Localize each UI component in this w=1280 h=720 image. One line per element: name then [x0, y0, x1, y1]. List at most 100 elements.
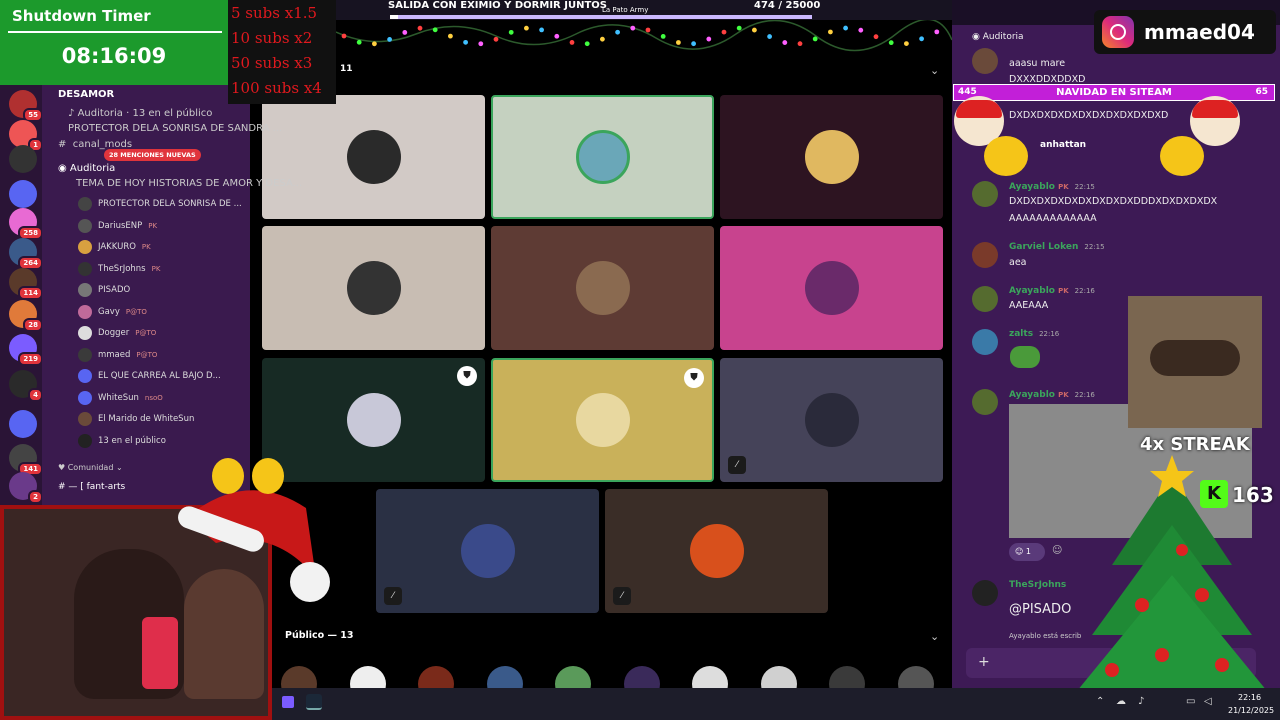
chat-message: AAAAAAAAAAAAA [1009, 213, 1097, 224]
speaker-tile[interactable]: ⁄ [605, 489, 828, 613]
voice-member[interactable]: 13 en el público [78, 432, 166, 450]
timer-title: Shutdown Timer [12, 7, 151, 25]
chat-message: AAEAAA [1009, 300, 1049, 311]
chat-username[interactable]: Ayayablo PK 22:16 [1009, 390, 1095, 400]
voice-channel-small[interactable]: ♪ Auditoria · 13 en el público [68, 108, 212, 119]
chat-username[interactable]: anhattan [1040, 140, 1086, 150]
voice-member[interactable]: JAKKURO PK [78, 238, 151, 256]
chevron-up-icon[interactable]: ⌃ [1096, 696, 1104, 707]
chat-username[interactable]: Ayayablo PK 22:16 [1009, 286, 1095, 296]
server-icon[interactable] [9, 145, 37, 173]
speaker-tile[interactable] [720, 95, 943, 219]
microphone-icon[interactable]: ♪ [1138, 696, 1144, 707]
server-icon[interactable] [9, 180, 37, 208]
speaker-tile[interactable] [491, 226, 714, 350]
avatar [78, 347, 92, 362]
cloud-icon[interactable]: ☁ [1116, 696, 1126, 707]
member-name: 13 en el público [98, 435, 166, 446]
channel-fant-arts[interactable]: # — [ fant-arts [58, 482, 125, 492]
voice-member[interactable]: DariusENP PK [78, 217, 157, 235]
app-icon[interactable] [282, 696, 294, 708]
avatar[interactable] [972, 242, 998, 268]
reaction-count: 1 [1025, 547, 1031, 556]
category-header[interactable]: DESAMOR [58, 89, 114, 100]
server-icon[interactable]: 4 [9, 370, 43, 402]
category-comunidad[interactable]: ♥ Comunidad ⌄ [58, 463, 123, 472]
avatar [78, 326, 92, 340]
member-name: TheSrJohns [98, 263, 146, 274]
voice-channel-auditoria[interactable]: ◉ Auditoria [58, 163, 115, 174]
add-reaction-icon[interactable]: ☺ [1052, 545, 1062, 556]
chevron-down-icon[interactable]: ⌄ [930, 64, 939, 77]
avatar[interactable] [972, 286, 998, 312]
server-icon[interactable] [9, 410, 37, 438]
avatar [78, 304, 92, 319]
timestamp: 22:16 [1074, 391, 1095, 399]
avatar[interactable] [972, 580, 998, 606]
speaker-tile[interactable]: ⁄ [720, 358, 943, 482]
reaction-chip[interactable]: ☺ 1 [1009, 543, 1045, 561]
member-name: mmaed [98, 349, 131, 360]
chat-message: @PISADO [1009, 602, 1072, 617]
server-icon[interactable]: 114 [9, 268, 43, 300]
chat-message: DXDXDXDXDXDXDXDXDXDDDXDXDXDXDX [1009, 196, 1218, 207]
volume-icon[interactable]: ◁ [1204, 696, 1212, 707]
role-tag: P@TO [135, 329, 157, 337]
server-icon[interactable]: 28 [9, 300, 43, 332]
goal-title: SALIDA CON EXIMIO Y DORMIR JUNTOS [388, 0, 607, 11]
voice-member[interactable]: TheSrJohns PK [78, 260, 160, 278]
avatar[interactable] [972, 181, 998, 207]
light-bulb [919, 36, 924, 42]
light-bulb [554, 33, 560, 39]
avatar [346, 393, 401, 447]
server-icon[interactable]: 258 [9, 208, 43, 240]
chat-username[interactable]: Ayayablo PK 22:15 [1009, 182, 1095, 192]
voice-member[interactable]: PROTECTOR DELA SONRISA DE ... [78, 195, 242, 213]
voice-member[interactable]: mmaed P@TO [78, 346, 157, 364]
avatar[interactable] [972, 389, 998, 415]
chat-message: aea [1009, 257, 1027, 268]
voice-member[interactable]: WhiteSun nsoO [78, 389, 163, 407]
light-bulb [828, 29, 833, 35]
server-icon[interactable]: 2 [9, 472, 43, 504]
server-icon[interactable]: 141 [9, 444, 43, 476]
server-icon[interactable]: 264 [9, 238, 43, 270]
chat-username[interactable]: Garviel Loken 22:15 [1009, 242, 1105, 252]
speaker-tile[interactable]: ⁄ [376, 489, 599, 613]
speaker-tile[interactable] [720, 226, 943, 350]
avatar [575, 393, 630, 447]
light-bulb [387, 37, 392, 42]
chevron-down-icon[interactable]: ⌄ [930, 630, 939, 643]
goal-progress [390, 15, 812, 19]
mentions-badge[interactable]: 28 MENCIONES NUEVAS [104, 149, 201, 161]
member-name: WhiteSun [98, 392, 139, 403]
speaker-tile[interactable] [262, 95, 485, 219]
chat-username[interactable]: zalts 22:16 [1009, 329, 1059, 339]
voice-member[interactable]: PISADO [78, 281, 130, 299]
avatar[interactable] [972, 48, 998, 74]
voice-member[interactable]: El Marido de WhiteSun [78, 410, 194, 428]
light-bulb [676, 40, 681, 45]
speaker-tile[interactable]: ⛊ [491, 358, 714, 482]
plus-icon[interactable]: + [978, 654, 990, 670]
speaker-tile[interactable] [491, 95, 714, 219]
network-icon[interactable]: ▭ [1186, 696, 1195, 707]
light-bulb [812, 36, 818, 42]
voice-member[interactable]: Gavy P@TO [78, 303, 147, 321]
speaker-tile[interactable] [262, 226, 485, 350]
light-bulb [782, 40, 788, 45]
light-bulb [463, 39, 468, 45]
voice-member[interactable]: Dogger P@TO [78, 324, 156, 342]
steam-icon[interactable] [306, 694, 322, 710]
voice-member[interactable]: EL QUE CARREA AL BAJO D... [78, 367, 221, 385]
role-tag: PK [1058, 391, 1069, 399]
taskbar [270, 688, 1280, 720]
server-icon[interactable]: 1 [9, 120, 43, 152]
avatar [78, 390, 92, 405]
avatar[interactable] [972, 329, 998, 355]
server-icon[interactable]: 219 [9, 334, 43, 366]
chat-header[interactable]: ◉ Auditoria [972, 32, 1024, 42]
server-icon[interactable]: 55 [9, 90, 43, 122]
moderator-shield-icon: ⛊ [684, 368, 704, 388]
chat-username[interactable]: TheSrJohns [1009, 580, 1066, 590]
